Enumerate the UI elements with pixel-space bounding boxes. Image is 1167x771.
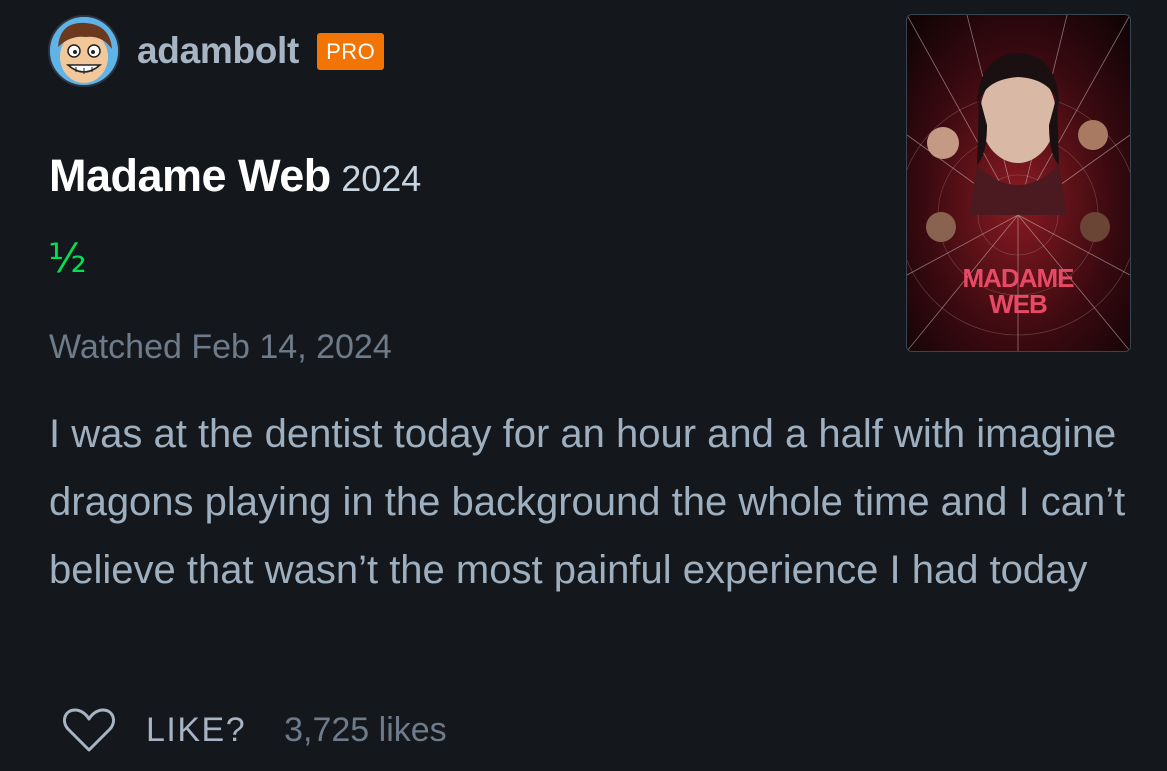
likes-row: LIKE? 3,725 likes <box>62 700 447 760</box>
review-header: adambolt PRO <box>48 14 385 88</box>
film-poster[interactable]: MADAME WEB <box>906 14 1131 352</box>
film-year[interactable]: 2024 <box>341 158 421 199</box>
film-title-row: Madame Web 2024 <box>49 150 421 202</box>
poster-image: MADAME WEB <box>907 15 1130 351</box>
heart-outline-icon[interactable] <box>62 706 116 754</box>
watched-date: Watched Feb 14, 2024 <box>49 328 392 366</box>
username[interactable]: adambolt <box>137 30 299 72</box>
film-title[interactable]: Madame Web <box>49 150 331 201</box>
like-button[interactable]: LIKE? <box>146 711 246 750</box>
avatar[interactable] <box>48 15 120 87</box>
star-rating: ½ <box>48 236 87 282</box>
poster-title-line2: WEB <box>989 289 1047 319</box>
pro-badge: PRO <box>317 32 385 70</box>
like-count[interactable]: 3,725 likes <box>284 711 447 750</box>
review-card: adambolt PRO Madame Web 2024 ½ Watched F… <box>0 0 1167 771</box>
avatar-cartoon-face <box>50 17 118 85</box>
review-text: I was at the dentist today for an hour a… <box>49 412 1126 592</box>
